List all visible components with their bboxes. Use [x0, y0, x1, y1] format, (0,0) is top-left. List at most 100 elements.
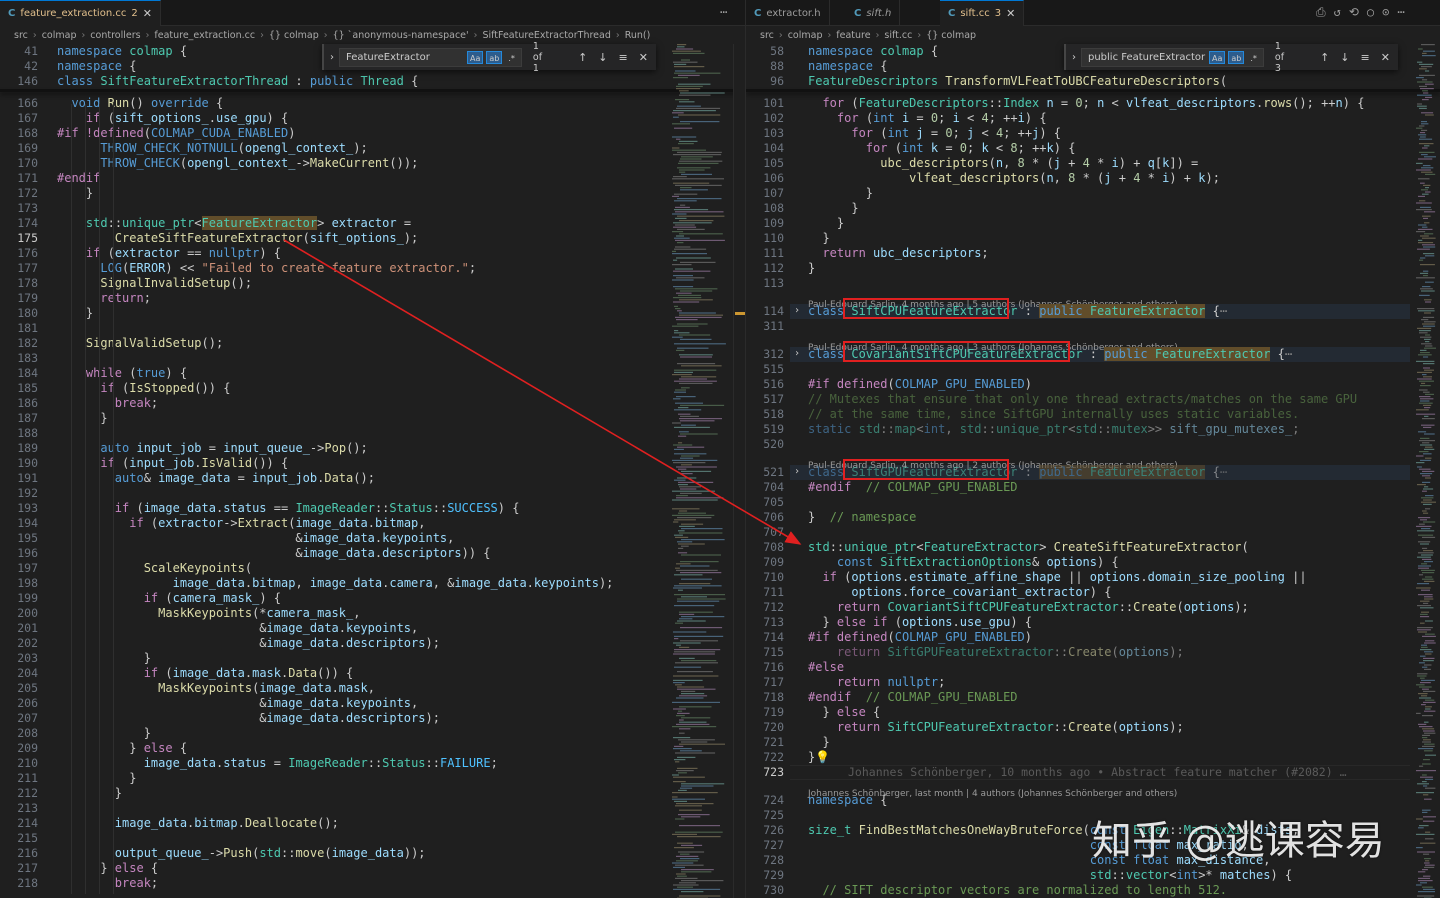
line-number[interactable]: 710: [746, 570, 784, 585]
match-case-toggle[interactable]: Aa: [1209, 50, 1226, 64]
line-number[interactable]: 189: [0, 441, 38, 456]
code-line[interactable]: MaskKeypoints(*camera_mask_,: [57, 606, 360, 621]
right-find-input[interactable]: public FeatureExtractor: [1088, 52, 1206, 63]
line-number[interactable]: 107: [746, 186, 784, 201]
code-line[interactable]: } else {: [808, 705, 880, 720]
line-number[interactable]: 186: [0, 396, 38, 411]
line-number[interactable]: 192: [0, 486, 38, 501]
tab-right-2[interactable]: Csift.cc 3 ✕: [940, 0, 1025, 26]
timeline-icon[interactable]: ↺: [1334, 5, 1341, 20]
line-number[interactable]: 111: [746, 246, 784, 261]
more-actions-icon[interactable]: ⋯: [1397, 5, 1404, 20]
code-line[interactable]: options.force_covariant_extractor) {: [808, 585, 1111, 600]
line-number[interactable]: 41: [0, 44, 38, 59]
line-number[interactable]: 216: [0, 846, 38, 861]
line-number[interactable]: 179: [0, 291, 38, 306]
line-number[interactable]: 215: [0, 831, 38, 846]
code-line[interactable]: return SiftGPUFeatureExtractor::Create(o…: [808, 645, 1184, 660]
code-line[interactable]: void Run() override {: [57, 96, 223, 111]
line-number[interactable]: 705: [746, 495, 784, 510]
code-line[interactable]: auto input_job = input_queue_->Pop();: [57, 441, 367, 456]
code-line[interactable]: THROW_CHECK_NOTNULL(opengl_context_);: [57, 141, 367, 156]
code-line[interactable]: ScaleKeypoints(: [57, 561, 252, 576]
line-number[interactable]: 202: [0, 636, 38, 651]
breadcrumb-item[interactable]: sift.cc: [884, 30, 912, 41]
line-number[interactable]: 521: [746, 465, 784, 480]
line-number[interactable]: 709: [746, 555, 784, 570]
line-number[interactable]: 708: [746, 540, 784, 555]
code-line[interactable]: return SiftCPUFeatureExtractor::Create(o…: [808, 720, 1184, 735]
line-number[interactable]: 88: [746, 59, 784, 74]
code-line[interactable]: namespace {: [808, 59, 887, 74]
line-number[interactable]: 146: [0, 74, 38, 89]
line-number[interactable]: 213: [0, 801, 38, 816]
line-number[interactable]: 704: [746, 480, 784, 495]
breadcrumb-item[interactable]: {} colmap: [926, 30, 976, 41]
code-line[interactable]: LOG(ERROR) << "Failed to create feature …: [57, 261, 476, 276]
line-number[interactable]: 183: [0, 351, 38, 366]
code-line[interactable]: THROW_CHECK(opengl_context_->MakeCurrent…: [57, 156, 418, 171]
line-number[interactable]: 206: [0, 696, 38, 711]
line-number[interactable]: 714: [746, 630, 784, 645]
line-number[interactable]: 720: [746, 720, 784, 735]
line-number[interactable]: 167: [0, 111, 38, 126]
next-match-icon[interactable]: ↓: [1337, 51, 1352, 64]
fold-chevron-icon[interactable]: ›: [794, 466, 800, 477]
code-line[interactable]: #endif: [57, 171, 100, 186]
code-line[interactable]: } else if (options.use_gpu) {: [808, 615, 1032, 630]
line-number[interactable]: 205: [0, 681, 38, 696]
line-number[interactable]: 198: [0, 576, 38, 591]
line-number[interactable]: 717: [746, 675, 784, 690]
code-line[interactable]: }: [808, 231, 829, 246]
line-number[interactable]: 42: [0, 59, 38, 74]
code-line[interactable]: image_data.status = ImageReader::Status:…: [57, 756, 498, 771]
code-line[interactable]: &image_data.descriptors);: [57, 636, 440, 651]
tab-right-1[interactable]: Csift.h: [846, 0, 901, 26]
close-tab-icon[interactable]: ✕: [1006, 7, 1015, 20]
line-number[interactable]: 707: [746, 525, 784, 540]
line-number[interactable]: 723: [746, 765, 784, 780]
line-number[interactable]: 174: [0, 216, 38, 231]
code-line[interactable]: namespace colmap {: [808, 44, 938, 59]
line-number[interactable]: 184: [0, 366, 38, 381]
fold-chevron-icon[interactable]: ›: [794, 305, 800, 316]
line-number[interactable]: 712: [746, 600, 784, 615]
code-line[interactable]: namespace {: [808, 793, 887, 808]
code-line[interactable]: if (image_data.mask.Data()) {: [57, 666, 354, 681]
line-number[interactable]: 175: [0, 231, 38, 246]
line-number[interactable]: 106: [746, 171, 784, 186]
code-line[interactable]: }: [57, 306, 93, 321]
code-line[interactable]: &image_data.keypoints,: [57, 696, 418, 711]
breadcrumb-item[interactable]: colmap: [42, 30, 77, 41]
breadcrumb-item[interactable]: colmap: [788, 30, 823, 41]
line-number[interactable]: 58: [746, 44, 784, 59]
line-number[interactable]: 520: [746, 437, 784, 452]
breadcrumb-item[interactable]: controllers: [90, 30, 140, 41]
open-changes-icon[interactable]: ⎙: [1316, 5, 1326, 20]
go-back-icon[interactable]: ⟲: [1349, 5, 1359, 20]
code-line[interactable]: &image_data.keypoints,: [57, 621, 418, 636]
code-line[interactable]: break;: [57, 396, 158, 411]
line-number[interactable]: 719: [746, 705, 784, 720]
line-number[interactable]: 519: [746, 422, 784, 437]
find-in-selection-icon[interactable]: ≡: [1358, 51, 1373, 64]
breadcrumb-item[interactable]: SiftFeatureExtractorThread: [482, 30, 610, 41]
breadcrumb-item[interactable]: Run(): [625, 30, 651, 41]
code-line[interactable]: return ubc_descriptors;: [808, 246, 988, 261]
line-number[interactable]: 172: [0, 186, 38, 201]
breadcrumb-item[interactable]: feature: [836, 30, 870, 41]
code-line[interactable]: if (extractor == nullptr) {: [57, 246, 281, 261]
previous-match-icon[interactable]: ↑: [575, 51, 590, 64]
line-number[interactable]: 166: [0, 96, 38, 111]
code-line[interactable]: }: [808, 186, 873, 201]
right-minimap[interactable]: [1414, 44, 1440, 898]
line-number[interactable]: 176: [0, 246, 38, 261]
code-line[interactable]: const SiftExtractionOptions& options) {: [808, 555, 1119, 570]
line-number[interactable]: 177: [0, 261, 38, 276]
line-number[interactable]: 180: [0, 306, 38, 321]
line-number[interactable]: 109: [746, 216, 784, 231]
code-line[interactable]: }: [808, 201, 858, 216]
line-number[interactable]: 190: [0, 456, 38, 471]
line-number[interactable]: 312: [746, 347, 784, 362]
code-line[interactable]: } else {: [57, 861, 158, 876]
